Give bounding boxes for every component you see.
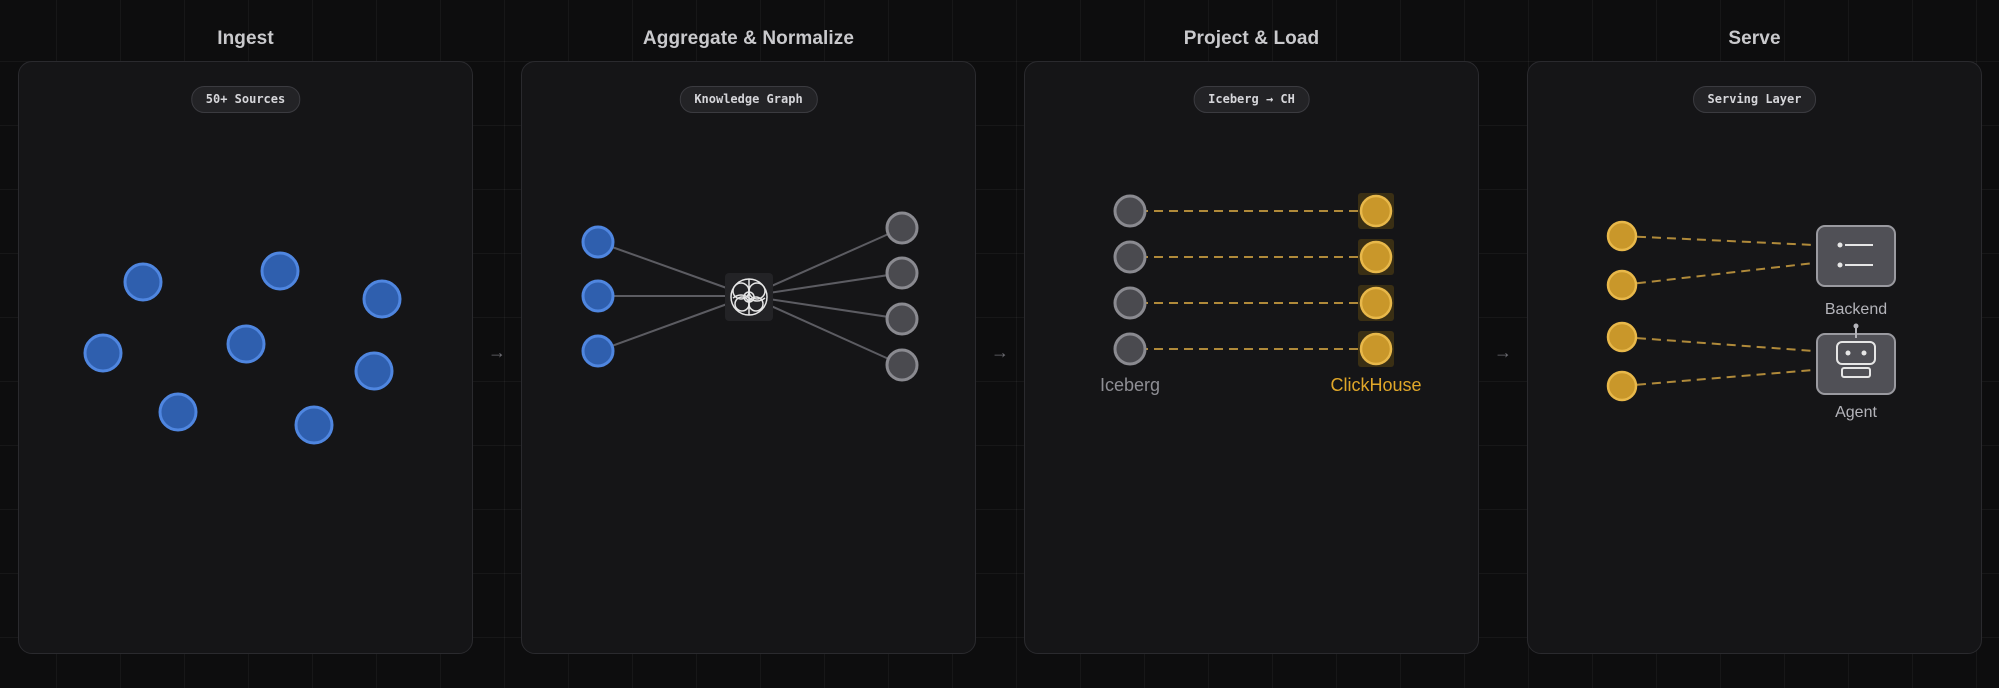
flow-arrow: → [991,342,1009,362]
clickhouse-node [1606,370,1638,402]
clickhouse-node [1606,321,1638,353]
clickhouse-label: ClickHouse [1330,375,1421,395]
output-node [885,211,919,245]
stage-title-ingest: Ingest [217,28,274,49]
ingest-graphic [83,251,402,445]
stage-title-aggregate: Aggregate & Normalize [642,28,855,49]
iceberg-node [1113,194,1147,228]
source-node [158,392,198,432]
stage-title-project-load: Project & Load [1183,28,1320,49]
output-node [885,302,919,336]
source-node [83,333,123,373]
backend-icon [1816,225,1896,287]
robot-icon [1816,323,1896,395]
stage-ingest: Ingest 50+ Sources [18,0,473,688]
source-node [362,279,402,319]
card-ingest: 50+ Sources [18,61,473,654]
clickhouse-node [1606,269,1638,301]
backend-label: Backend [1825,301,1887,318]
card-serve: Serving Layer Backend Agent [1527,61,1982,654]
source-node [354,351,394,391]
clickhouse-node [1359,194,1393,228]
iceberg-node [1113,286,1147,320]
card-aggregate: Knowledge Graph [521,61,976,654]
card-project-load: Iceberg → CH Iceberg ClickHouse [1024,61,1479,654]
source-node [294,405,334,445]
output-node [885,348,919,382]
clickhouse-node [1606,220,1638,252]
iceberg-node [1113,332,1147,366]
iceberg-node [1113,240,1147,274]
projection-lines [1124,210,1373,350]
input-node [581,225,615,259]
flow-arrow: → [488,342,506,362]
stage-title-serve: Serve [1728,28,1781,49]
input-node [581,334,615,368]
agent-label: Agent [1835,404,1877,421]
stage-project-load: Project & Load Iceberg → CH Iceberg Clic… [1024,0,1479,688]
knowledge-graph-graphic [581,211,919,382]
output-node [885,256,919,290]
stage-aggregate: Aggregate & Normalize Knowledge Graph [521,0,976,688]
serving-graphic: Backend Agent [1606,220,1896,421]
source-node [260,251,300,291]
source-node [226,324,266,364]
clickhouse-node [1359,240,1393,274]
clickhouse-node [1359,286,1393,320]
source-node [123,262,163,302]
serving-lines [1621,235,1815,387]
input-node [581,279,615,313]
brain-icon [725,273,773,321]
flow-arrow: → [1494,342,1512,362]
stage-serve: Serve Serving Layer Backend Agent [1527,0,1982,688]
iceberg-label: Iceberg [1100,375,1160,395]
pipeline-diagram: Ingest 50+ Sources → Aggregate & Normali… [0,0,1999,688]
projection-graphic: Iceberg ClickHouse [1100,193,1422,395]
clickhouse-node [1359,332,1393,366]
